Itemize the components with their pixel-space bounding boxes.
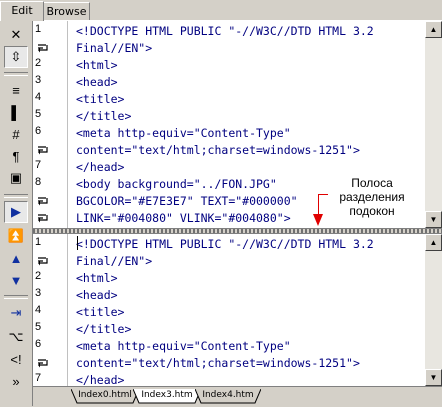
code-line[interactable]: Final//EN">	[76, 254, 152, 271]
word-wrap-icon	[37, 359, 51, 368]
split-vertical-icon[interactable]: ⇳	[4, 46, 28, 68]
code-line[interactable]: </title>	[76, 109, 131, 126]
code-line[interactable]: content="text/html;charset=windows-1251"…	[76, 143, 360, 160]
code-line[interactable]: </head>	[76, 373, 124, 386]
code-line[interactable]: <!DOCTYPE HTML PUBLIC "-//W3C//DTD HTML …	[76, 24, 374, 41]
indent-icon[interactable]: ⇥	[4, 302, 28, 324]
file-tabs: Index0.html Index3.htm Index4.htm	[33, 386, 442, 407]
code-line[interactable]: <head>	[76, 75, 118, 92]
word-wrap-icon	[37, 44, 51, 53]
side-toolbar: ✕ ⇳ ≡ ▌ # ¶ ▣ ▶ ⏫ ▲ ▼ ⇥ ⌥ <!»	[0, 21, 33, 406]
arrow-down-icon[interactable]: ▼	[4, 269, 28, 291]
scroll-up-icon[interactable]: ▲	[425, 234, 442, 251]
tree-icon[interactable]: ⌥	[4, 326, 28, 348]
line-number: 4	[35, 304, 42, 316]
file-tab-label: Index0.html	[78, 390, 132, 400]
tag-icon[interactable]: <!	[4, 348, 28, 370]
word-wrap-icon	[37, 257, 51, 266]
code-line[interactable]: content="text/html;charset=windows-1251"…	[76, 356, 360, 373]
line-number: 6	[35, 125, 42, 137]
annotation-line: разделения	[339, 190, 405, 204]
code-line[interactable]: <meta http-equiv="Content-Type"	[76, 126, 291, 143]
code-line[interactable]: <meta http-equiv="Content-Type"	[76, 339, 291, 356]
annotation-arrow-shaft	[318, 194, 319, 216]
scrollbar-bottom[interactable]: ▲ ▼	[425, 234, 442, 386]
code-line[interactable]: </head>	[76, 160, 124, 177]
view-tabs: Edit Browse	[0, 0, 442, 21]
annotation-arrow	[318, 194, 328, 195]
line-number: 7	[35, 372, 42, 384]
line-number: 7	[35, 159, 42, 171]
scroll-up-icon[interactable]: ▲	[425, 21, 442, 38]
annotation-line: Полоса	[351, 176, 393, 190]
line-number: 3	[35, 287, 42, 299]
file-tab[interactable]: Index3.htm	[133, 389, 201, 404]
line-gutter-top: 1 2 3 4 5 6 7 8	[33, 21, 68, 228]
code-line[interactable]: <html>	[76, 271, 118, 288]
editor-pane-bottom[interactable]: 1 2 3 4 5 6 7 <!DOCTYPE HTML PUBLIC "-//W3C//D…	[33, 234, 425, 386]
code-line[interactable]: <head>	[76, 288, 118, 305]
line-number: 1	[35, 236, 42, 248]
file-tab-label: Index3.htm	[141, 390, 193, 400]
word-wrap-icon	[37, 197, 51, 206]
code-area-bottom[interactable]: <!DOCTYPE HTML PUBLIC "-//W3C//DTD HTML …	[68, 234, 425, 386]
line-number: 1	[35, 23, 42, 35]
line-number: 2	[35, 270, 42, 282]
line-number: 3	[35, 74, 42, 86]
line-number: 5	[35, 108, 42, 120]
line-gutter-bottom: 1 2 3 4 5 6 7	[33, 234, 68, 386]
toolbar-separator	[4, 295, 28, 299]
line-number: 2	[35, 57, 42, 69]
scroll-down-icon[interactable]: ▼	[425, 211, 442, 228]
code-line[interactable]: <!DOCTYPE HTML PUBLIC "-//W3C//DTD HTML …	[76, 237, 374, 254]
line-number: 4	[35, 91, 42, 103]
code-line[interactable]: Final//EN">	[76, 41, 152, 58]
word-wrap-icon[interactable]: ≡	[4, 79, 28, 101]
word-wrap-icon	[37, 146, 51, 155]
gutter-toggle-icon[interactable]: ▌	[4, 101, 28, 123]
code-line[interactable]: <title>	[76, 92, 124, 109]
line-numbers-icon[interactable]: #	[4, 123, 28, 145]
code-line[interactable]: </title>	[76, 322, 131, 339]
line-number: 8	[35, 176, 42, 188]
splitter-annotation: Полоса разделения подокон	[320, 176, 424, 218]
annotation-arrow-head	[313, 214, 323, 226]
paragraph-icon[interactable]: ¶	[4, 145, 28, 167]
arrow-up-icon[interactable]: ▲	[4, 247, 28, 269]
code-line[interactable]: LINK="#004080" VLINK="#004080">	[76, 211, 291, 228]
tab-edit[interactable]: Edit	[0, 1, 44, 21]
file-tab[interactable]: Index4.htm	[195, 389, 261, 404]
toolbar-separator	[4, 72, 28, 76]
code-line[interactable]: <body background="../FON.JPG"	[76, 177, 277, 194]
code-line[interactable]: BGCOLOR="#E7E3E7" TEXT="#000000"	[76, 194, 298, 211]
more-icon[interactable]: »	[4, 370, 28, 392]
code-line[interactable]: <title>	[76, 305, 124, 322]
screen-icon[interactable]: ▣	[4, 167, 28, 189]
scroll-down-icon[interactable]: ▼	[425, 369, 442, 386]
text-cursor	[77, 236, 78, 250]
line-number: 6	[35, 338, 42, 350]
go-top-icon[interactable]: ⏫	[4, 225, 28, 247]
annotation-line: подокон	[349, 204, 395, 218]
file-tab-label: Index4.htm	[202, 390, 254, 400]
code-line[interactable]: <html>	[76, 58, 118, 75]
tab-browse[interactable]: Browse	[44, 2, 90, 20]
word-wrap-icon	[37, 214, 51, 223]
line-number: 5	[35, 321, 42, 333]
toolbar-separator	[4, 194, 28, 198]
scrollbar-top[interactable]: ▲ ▼	[425, 21, 442, 228]
close-icon[interactable]: ✕	[4, 24, 28, 46]
play-icon[interactable]: ▶	[4, 201, 28, 223]
file-tab[interactable]: Index0.html	[71, 389, 139, 404]
